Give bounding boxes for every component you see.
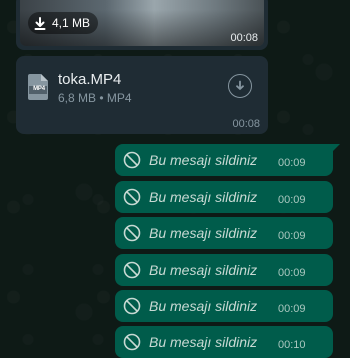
blocked-icon [123, 333, 141, 351]
deleted-message-bubble[interactable]: Bu mesajı sildiniz 00:09 [115, 144, 340, 176]
deleted-message-time: 00:09 [278, 157, 306, 169]
deleted-message-bubble[interactable]: Bu mesajı sildiniz 00:09 [115, 254, 333, 286]
file-name: toka.MP4 [58, 71, 122, 88]
file-download-button[interactable] [228, 74, 252, 98]
file-meta: 6,8 MB • MP4 [58, 91, 132, 105]
blocked-icon [123, 261, 141, 279]
video-timestamp: 00:08 [230, 32, 258, 44]
deleted-message-text: Bu mesajı sildiniz [149, 262, 258, 278]
deleted-message-text: Bu mesajı sildiniz [149, 298, 258, 314]
deleted-message-text: Bu mesajı sildiniz [149, 152, 258, 168]
blocked-icon [123, 188, 141, 206]
deleted-message-time: 00:09 [278, 194, 306, 206]
deleted-message-text: Bu mesajı sildiniz [149, 189, 258, 205]
deleted-message-bubble[interactable]: Bu mesajı sildiniz 00:09 [115, 290, 333, 322]
deleted-message-text: Bu mesajı sildiniz [149, 225, 258, 241]
deleted-message-bubble[interactable]: Bu mesajı sildiniz 00:09 [115, 181, 333, 213]
video-size-label: 4,1 MB [52, 16, 91, 30]
blocked-icon [123, 151, 141, 169]
deleted-message-time: 00:09 [278, 267, 306, 279]
file-type-label: MP4 [33, 86, 45, 92]
blocked-icon [123, 224, 141, 242]
deleted-message-time: 00:10 [278, 339, 306, 351]
video-download-button[interactable]: 4,1 MB [28, 12, 99, 34]
deleted-message-time: 00:09 [278, 303, 306, 315]
blocked-icon [123, 297, 141, 315]
download-circle-icon [236, 80, 244, 90]
deleted-message-time: 00:09 [278, 230, 306, 242]
video-message-bubble[interactable]: 4,1 MB 00:08 [16, 0, 268, 50]
deleted-message-bubble[interactable]: Bu mesajı sildiniz 00:09 [115, 217, 333, 249]
file-message-bubble[interactable]: MP4 toka.MP4 6,8 MB • MP4 00:08 [16, 56, 268, 134]
deleted-message-text: Bu mesajı sildiniz [149, 334, 258, 350]
download-arrow-icon [34, 16, 46, 30]
file-timestamp: 00:08 [232, 118, 260, 130]
deleted-message-bubble[interactable]: Bu mesajı sildiniz 00:10 [115, 326, 333, 358]
